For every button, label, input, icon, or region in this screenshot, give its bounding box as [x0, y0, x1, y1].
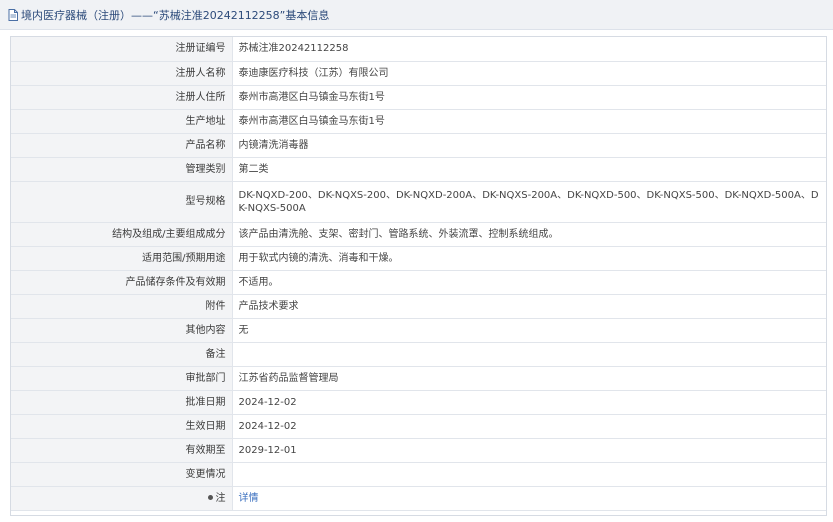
- field-label: 有效期至: [11, 438, 233, 463]
- table-row: 其他内容无: [11, 318, 826, 343]
- bullet-icon: [207, 495, 213, 500]
- field-value: 该产品由清洗舱、支架、密封门、管路系统、外装流罩、控制系统组成。: [232, 222, 826, 247]
- field-label: 注册证编号: [11, 37, 233, 62]
- field-label: 产品名称: [11, 133, 233, 158]
- field-value: 2024-12-02: [232, 414, 826, 439]
- field-value: 2029-12-01: [232, 438, 826, 463]
- field-label: 备注: [11, 342, 233, 367]
- table-row: 批准日期 2024-12-02: [11, 390, 826, 415]
- table-row: 备注: [11, 342, 826, 367]
- field-value: 产品技术要求: [232, 294, 826, 319]
- table-row: 适用范围/预期用途 用于软式内镜的清洗、消毒和干燥。: [11, 246, 826, 271]
- field-label: 批准日期: [11, 390, 233, 415]
- table-row: 变更情况: [11, 462, 826, 487]
- note-value-cell: 详情: [232, 486, 826, 511]
- table-row: 注册人住所 泰州市高港区白马镇金马东街1号: [11, 85, 826, 110]
- field-label: 结构及组成/主要组成成分: [11, 222, 233, 247]
- field-value: [232, 342, 826, 367]
- field-value: 2024-12-02: [232, 390, 826, 415]
- field-value: [232, 462, 826, 487]
- field-label: 审批部门: [11, 366, 233, 391]
- field-value: 不适用。: [232, 270, 826, 295]
- field-value: 无: [232, 318, 826, 343]
- field-value: 用于软式内镜的清洗、消毒和干燥。: [232, 246, 826, 271]
- field-value: DK-NQXD-200、DK-NQXS-200、DK-NQXD-200A、DK-…: [232, 181, 826, 223]
- field-value: 苏械注准20242112258: [232, 37, 826, 62]
- table-row: 有效期至 2029-12-01: [11, 438, 826, 463]
- field-value: 第二类: [232, 157, 826, 182]
- document-icon: [8, 8, 18, 21]
- field-label: 其他内容: [11, 318, 233, 343]
- table-row: 产品储存条件及有效期 不适用。: [11, 270, 826, 295]
- table-row: 管理类别 第二类: [11, 157, 826, 182]
- table-row: 结构及组成/主要组成成分 该产品由清洗舱、支架、密封门、管路系统、外装流罩、控制系…: [11, 222, 826, 247]
- detail-table: 注册证编号 苏械注准20242112258 注册人名称 泰迪康医疗科技（江苏）有限公…: [11, 37, 826, 511]
- table-row: 产品名称 内镜清洗消毒器: [11, 133, 826, 158]
- page-title: 境内医疗器械（注册）——“苏械注准20242112258”基本信息: [21, 8, 330, 22]
- field-label: 变更情况: [11, 462, 233, 487]
- note-label: 注: [215, 492, 226, 504]
- table-row: 生效日期 2024-12-02: [11, 414, 826, 439]
- field-value: 内镜清洗消毒器: [232, 133, 826, 158]
- field-label: 注册人住所: [11, 85, 233, 110]
- table-row: 型号规格 DK-NQXD-200、DK-NQXS-200、DK-NQXD-200A…: [11, 181, 826, 223]
- table-row: 生产地址 泰州市高港区白马镇金马东街1号: [11, 109, 826, 134]
- note-label-cell: 注: [11, 486, 233, 511]
- field-label: 适用范围/预期用途: [11, 246, 233, 271]
- field-label: 管理类别: [11, 157, 233, 182]
- table-row: 审批部门 江苏省药品监督管理局: [11, 366, 826, 391]
- field-value: 泰州市高港区白马镇金马东街1号: [232, 85, 826, 110]
- title-bar: 境内医疗器械（注册）——“苏械注准20242112258”基本信息: [0, 0, 833, 30]
- field-label: 附件: [11, 294, 233, 319]
- table-row: 注册人名称 泰迪康医疗科技（江苏）有限公司: [11, 61, 826, 86]
- field-value: 江苏省药品监督管理局: [232, 366, 826, 391]
- field-label: 型号规格: [11, 181, 233, 223]
- field-label: 生产地址: [11, 109, 233, 134]
- field-label: 生效日期: [11, 414, 233, 439]
- field-label: 注册人名称: [11, 61, 233, 86]
- table-row: 注册证编号 苏械注准20242112258: [11, 37, 826, 62]
- detail-panel: 注册证编号 苏械注准20242112258 注册人名称 泰迪康医疗科技（江苏）有限公…: [10, 36, 827, 516]
- note-row: 注 详情: [11, 486, 826, 511]
- field-value: 泰州市高港区白马镇金马东街1号: [232, 109, 826, 134]
- table-row: 附件 产品技术要求: [11, 294, 826, 319]
- field-value: 泰迪康医疗科技（江苏）有限公司: [232, 61, 826, 86]
- details-link[interactable]: 详情: [239, 493, 259, 504]
- field-label: 产品储存条件及有效期: [11, 270, 233, 295]
